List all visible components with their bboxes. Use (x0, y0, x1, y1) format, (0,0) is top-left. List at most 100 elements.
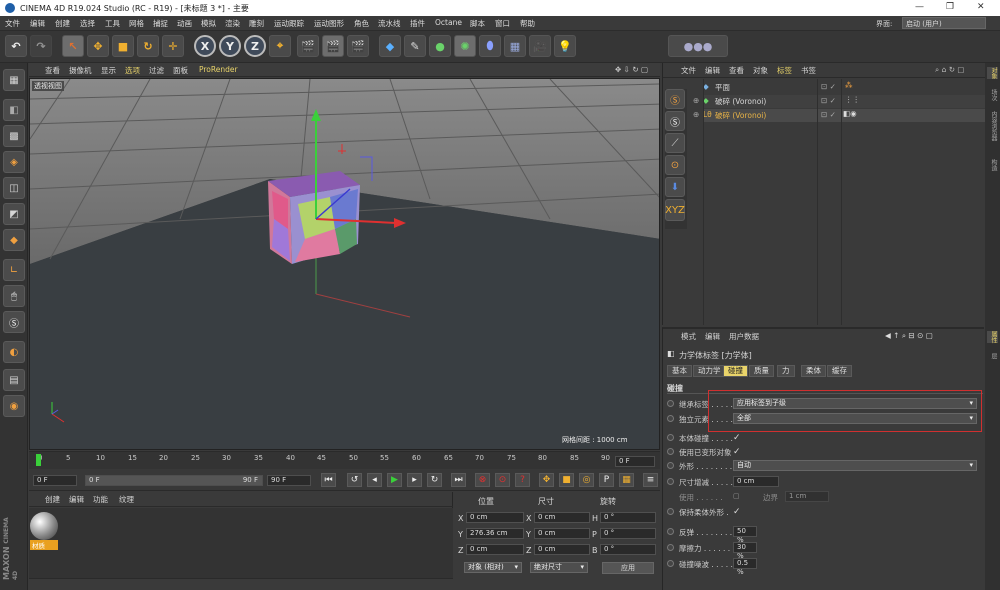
pen-icon[interactable]: ✎ (404, 35, 426, 57)
point-snap-icon[interactable]: ⊙ (665, 155, 685, 175)
menu-edit[interactable]: 编辑 (30, 18, 45, 29)
voronoi-cube[interactable] (268, 171, 360, 264)
menu-snap[interactable]: 捕捉 (153, 18, 168, 29)
visibility-toggle-icon[interactable]: ⊡ ✓ (821, 96, 836, 105)
menu-create[interactable]: 创建 (55, 18, 70, 29)
record-icon[interactable]: ⊗ (475, 473, 490, 487)
axis-mode-icon[interactable]: ∟ (3, 259, 25, 281)
x-axis-button[interactable]: X (194, 35, 216, 57)
attr-menu-userdata[interactable]: 用户数据 (729, 331, 759, 342)
go-to-start-icon[interactable]: ⏮ (321, 473, 336, 487)
menu-pipeline[interactable]: 流水线 (378, 18, 401, 29)
coordinate-mode-select[interactable]: 对象 (相对) (464, 562, 522, 573)
octane-tools-icon[interactable]: ●●● (668, 35, 728, 57)
snap-s-icon[interactable]: Ⓢ (665, 89, 685, 109)
vertex-snap-icon[interactable]: ⟋ (665, 133, 685, 153)
side-tab-content-browser[interactable]: 内容浏览器 (987, 111, 998, 141)
render-settings-icon[interactable]: 🎬 (347, 35, 369, 57)
tab-basic[interactable]: 基本 (667, 365, 692, 377)
shape-select[interactable]: 自动 (733, 460, 977, 471)
tab-mass[interactable]: 质量 (749, 365, 774, 377)
viewport-menu-display[interactable]: 显示 (101, 65, 116, 76)
xyz-snap-icon[interactable]: XYZ (665, 199, 685, 221)
points-mode-icon[interactable]: ◫ (3, 177, 25, 199)
self-collision-checkbox[interactable]: ✓ (733, 433, 741, 443)
menu-octane[interactable]: Octane (435, 18, 462, 27)
array-icon[interactable]: ✺ (454, 35, 476, 57)
viewport-menu-panel[interactable]: 面板 (173, 65, 188, 76)
size-y-field[interactable]: 0 cm (534, 528, 590, 539)
size-z-field[interactable]: 0 cm (534, 544, 590, 555)
object-menu-edit[interactable]: 编辑 (705, 65, 720, 76)
perspective-viewport[interactable]: 透视视图 网格间距 : 1000 cm (29, 78, 660, 450)
magnet-icon[interactable]: ◐ (3, 341, 25, 363)
timeline-menu-icon[interactable]: ≡ (643, 473, 658, 487)
position-y-field[interactable]: 276.36 cm (466, 528, 524, 539)
rotate-icon[interactable]: ↻ (137, 35, 159, 57)
object-menu-tags[interactable]: 标签 (777, 65, 792, 76)
maximize-button[interactable]: ❐ (946, 2, 954, 12)
object-menu-objects[interactable]: 对象 (753, 65, 768, 76)
start-frame-field[interactable]: 0 F (33, 475, 77, 486)
border-field[interactable]: 1 cm (785, 491, 829, 502)
previous-key-icon[interactable]: ↺ (347, 473, 362, 487)
tab-cache[interactable]: 缓存 (827, 365, 852, 377)
undo-button[interactable]: ↶ (5, 35, 27, 57)
side-tab-structure[interactable]: 构造 (987, 159, 998, 171)
cube-icon[interactable]: ◆ (379, 35, 401, 57)
key-rotation-icon[interactable]: ◎ (579, 473, 594, 487)
edges-mode-icon[interactable]: ◩ (3, 203, 25, 225)
rotation-p-field[interactable]: 0 ° (600, 528, 656, 539)
menu-tools[interactable]: 工具 (105, 18, 120, 29)
menu-render[interactable]: 渲染 (225, 18, 240, 29)
deformer-icon[interactable]: ⬮ (479, 35, 501, 57)
menu-animate[interactable]: 动画 (177, 18, 192, 29)
key-parameter-icon[interactable]: P (599, 473, 614, 487)
visibility-toggle-icon[interactable]: ⊡ ✓ (821, 82, 836, 91)
menu-help[interactable]: 帮助 (520, 18, 535, 29)
menu-motion-tracking[interactable]: 运动跟踪 (274, 18, 304, 29)
size-increment-field[interactable]: 0 cm (733, 476, 779, 487)
tweak-mode-icon[interactable]: 🖱 (3, 285, 25, 307)
viewport-menu-view[interactable]: 查看 (45, 65, 60, 76)
rigid-body-tag-icon[interactable]: ◧◉ (843, 109, 857, 118)
animate-dot-icon[interactable] (667, 434, 674, 441)
animate-dot-icon[interactable] (667, 400, 674, 407)
render-picture-viewer-icon[interactable]: 🎬 (322, 35, 344, 57)
menu-window[interactable]: 窗口 (495, 18, 510, 29)
texture-mode-icon[interactable]: ▩ (3, 125, 25, 147)
snap-s-active-icon[interactable]: Ⓢ (665, 111, 685, 131)
viewport-menu-prorender[interactable]: ProRender (199, 65, 238, 74)
object-menu-file[interactable]: 文件 (681, 65, 696, 76)
previous-frame-icon[interactable]: ◂ (367, 473, 382, 487)
current-frame-field[interactable]: 0 F (615, 456, 655, 467)
animate-dot-icon[interactable] (667, 560, 674, 567)
z-axis-button[interactable]: Z (244, 35, 266, 57)
material-menu-texture[interactable]: 纹理 (119, 494, 134, 505)
side-tab-takes[interactable]: 场次 (987, 89, 998, 101)
play-icon[interactable]: ▶ (387, 473, 402, 487)
object-search-icon[interactable]: ⌕ ⌂ ↻ ▢ (935, 65, 964, 75)
subdivision-icon[interactable]: ● (429, 35, 451, 57)
animate-dot-icon[interactable] (667, 478, 674, 485)
tag-icon[interactable]: ⋮⋮ (845, 95, 860, 104)
object-row[interactable]: ⊕ ◆ 破碎 (Voronoi) ⊡ ✓ ⋮⋮ (693, 95, 985, 108)
end-frame-field[interactable]: 90 F (267, 475, 311, 486)
autokey-icon[interactable]: ⊙ (495, 473, 510, 487)
visibility-toggle-icon[interactable]: ⊡ ✓ (821, 110, 836, 119)
redo-button[interactable]: ↷ (30, 35, 52, 57)
next-frame-icon[interactable]: ▸ (407, 473, 422, 487)
animate-dot-icon[interactable] (667, 415, 674, 422)
menu-script[interactable]: 脚本 (470, 18, 485, 29)
use-border-checkbox[interactable]: ▢ (733, 492, 740, 500)
key-position-icon[interactable]: ✥ (539, 473, 554, 487)
axis-snap-icon[interactable]: ⬇ (665, 177, 685, 197)
light-icon[interactable]: 💡 (554, 35, 576, 57)
expand-icon[interactable]: ⊕ (693, 110, 699, 119)
object-menu-view[interactable]: 查看 (729, 65, 744, 76)
tag-icon[interactable]: ⁂ (845, 81, 853, 90)
material-menu-function[interactable]: 功能 (93, 494, 108, 505)
lock-workplane-icon[interactable]: ▤ (3, 369, 25, 391)
viewport-menu-options[interactable]: 选项 (125, 65, 140, 76)
render-view-icon[interactable]: 🎬 (297, 35, 319, 57)
